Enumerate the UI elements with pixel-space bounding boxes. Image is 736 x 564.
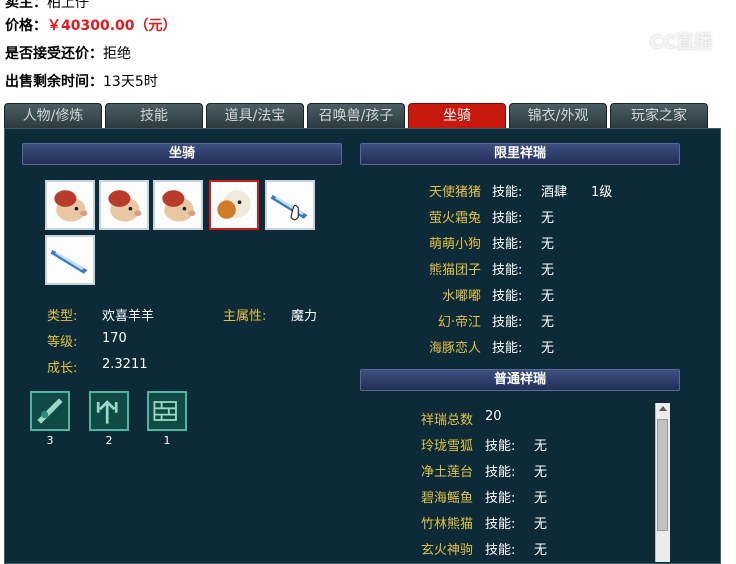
limited-skill-value-7: 无: [541, 341, 555, 356]
seller-label: 卖主：: [5, 0, 47, 11]
main-attr-value: 魔力: [291, 309, 318, 324]
normal-section-title: 普通祥瑞: [360, 369, 680, 391]
mount-section-title: 坐骑: [22, 143, 342, 165]
limited-name-7: 海豚恋人: [428, 341, 481, 356]
normal-skill-label-3: 技能:: [485, 491, 516, 506]
normal-skill-value-4: 无: [534, 517, 548, 532]
level-value: 170: [102, 331, 127, 346]
normal-skill-value-5: 无: [534, 543, 548, 558]
tab-items[interactable]: 道具/法宝: [206, 103, 304, 128]
limited-skill-label-3: 技能:: [492, 237, 523, 252]
skill-count-2: 2: [105, 434, 113, 447]
price-line: 价格：￥40300.00（元）: [5, 15, 177, 35]
mount-slot-selected[interactable]: [209, 180, 259, 230]
main-attr-label: 主属性:: [223, 309, 267, 324]
type-label: 类型:: [47, 309, 78, 324]
normal-skill-label-4: 技能:: [485, 517, 516, 532]
limited-skill-value-6: 无: [541, 315, 555, 330]
bargain-value: 拒绝: [103, 46, 131, 62]
sheep-mount-icon: [108, 190, 142, 222]
limited-skill-value-1: 酒肆: [541, 185, 568, 200]
seller-value: 柏上仔: [47, 0, 89, 11]
remaining-label: 出售剩余时间：: [5, 74, 103, 90]
growth-value: 2.3211: [102, 357, 148, 372]
blade-skill-icon[interactable]: [30, 391, 70, 431]
limited-name-2: 萤火霜兔: [428, 211, 481, 226]
blade-item-icon: [270, 194, 308, 221]
mount-slot-6[interactable]: [45, 235, 95, 285]
price-value: ￥40300.00（元）: [47, 18, 177, 34]
limited-skill-label-4: 技能:: [492, 263, 523, 278]
limited-skill-value-4: 无: [541, 263, 555, 278]
limited-section-title: 限里祥瑞: [360, 143, 680, 165]
normal-skill-label-2: 技能:: [485, 465, 516, 480]
limited-skill-label-5: 技能:: [492, 289, 523, 304]
normal-skill-value-2: 无: [534, 465, 548, 480]
blade-item-icon: [50, 249, 88, 274]
type-value: 欢喜羊羊: [102, 309, 155, 324]
skill-count-3: 1: [163, 434, 171, 447]
seller-line: 卖主：柏上仔: [5, 0, 89, 12]
normal-skill-value-1: 无: [534, 439, 548, 454]
normal-skill-label-1: 技能:: [485, 439, 516, 454]
limited-name-5: 水嘟嘟: [441, 289, 481, 304]
tab-outfits[interactable]: 锦衣/外观: [509, 103, 607, 128]
normal-name-3: 碧海鳐鱼: [420, 491, 473, 506]
remaining-line: 出售剩余时间：13天5时: [5, 71, 158, 91]
limited-skill-level-1: 1级: [591, 185, 613, 200]
scroll-up-icon[interactable]: [659, 406, 667, 411]
limited-name-3: 萌萌小狗: [428, 237, 481, 252]
tab-bar: 人物/修炼 技能 道具/法宝 召唤兽/孩子 坐骑 锦衣/外观 玩家之家: [4, 103, 714, 129]
mount-slot-3[interactable]: [153, 180, 203, 230]
limited-skill-value-2: 无: [541, 211, 555, 226]
growth-label: 成长:: [47, 361, 78, 376]
tab-player-home[interactable]: 玩家之家: [610, 103, 708, 128]
limited-skill-label-6: 技能:: [492, 315, 523, 330]
limited-skill-value-3: 无: [541, 237, 555, 252]
mount-slot-2[interactable]: [99, 180, 149, 230]
scroll-thumb[interactable]: [657, 419, 668, 531]
tab-character[interactable]: 人物/修炼: [4, 103, 102, 128]
fluffy-sheep-mount-icon: [217, 190, 251, 219]
tab-pets[interactable]: 召唤兽/孩子: [307, 103, 405, 128]
trident-skill-icon[interactable]: [89, 391, 129, 431]
limited-name-6: 幻·帝江: [437, 315, 481, 330]
limited-name-4: 熊猫团子: [428, 263, 481, 278]
limited-skill-label-2: 技能:: [492, 211, 523, 226]
mount-slot-5[interactable]: [265, 180, 315, 230]
normal-name-1: 玲珑雪狐: [420, 439, 473, 454]
tab-skills[interactable]: 技能: [105, 103, 203, 128]
normal-total-value: 20: [485, 409, 502, 424]
normal-list-scrollbar[interactable]: [655, 403, 670, 562]
sheep-mount-icon: [162, 190, 196, 222]
tab-mounts[interactable]: 坐骑: [408, 103, 506, 128]
limited-skill-label-7: 技能:: [492, 341, 523, 356]
sheep-mount-icon: [54, 190, 88, 222]
mount-slot-1[interactable]: [45, 180, 95, 230]
watermark-logo: CC直播: [649, 32, 712, 53]
wall-skill-icon[interactable]: [147, 391, 187, 431]
level-label: 等级:: [47, 335, 78, 350]
bargain-line: 是否接受还价：拒绝: [5, 43, 131, 63]
normal-skill-label-5: 技能:: [485, 543, 516, 558]
skill-count-1: 3: [46, 434, 54, 447]
limited-name-1: 天使猪猪: [428, 185, 481, 200]
normal-skill-value-3: 无: [534, 491, 548, 506]
limited-skill-value-5: 无: [541, 289, 555, 304]
limited-skill-label-1: 技能:: [492, 185, 523, 200]
bargain-label: 是否接受还价：: [5, 46, 103, 62]
remaining-value: 13天5时: [103, 74, 158, 90]
normal-name-2: 净土莲台: [420, 465, 473, 480]
normal-total-label: 祥瑞总数: [420, 413, 473, 428]
normal-name-4: 竹林熊猫: [420, 517, 473, 532]
price-label: 价格：: [5, 18, 47, 34]
content-panel: 坐骑 限里祥瑞 类型: 欢喜羊羊 主属性: 魔力 等级: 170 成长: 2.3…: [4, 128, 721, 564]
normal-name-5: 玄火神驹: [420, 543, 473, 558]
